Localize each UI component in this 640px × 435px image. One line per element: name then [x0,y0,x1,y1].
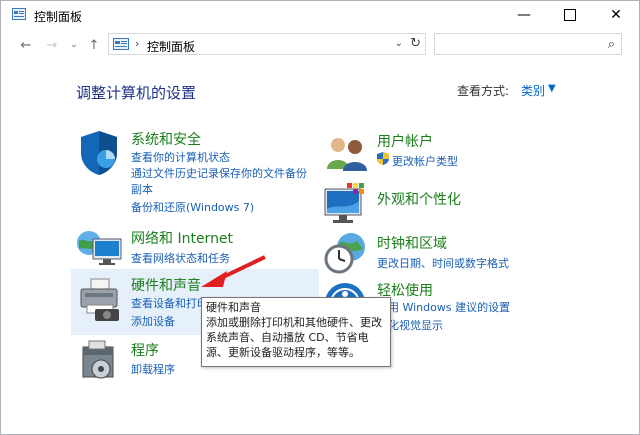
address-bar[interactable]: › 控制面板 ⌄ ↻ [108,33,426,55]
breadcrumb-separator-icon[interactable]: › [135,37,139,50]
category-title-user-accounts[interactable]: 用户帐户 [377,131,433,151]
clock-globe-icon [324,233,365,274]
programs-disk-icon [82,340,114,379]
link-file-history-backup[interactable]: 通过文件历史记录保存你的文件备份 [131,165,307,181]
link-uninstall-program[interactable]: 卸载程序 [131,361,175,377]
search-input[interactable] [439,37,603,53]
breadcrumb-control-panel[interactable]: 控制面板 [147,38,195,55]
maximize-icon [564,9,576,21]
category-title-clock-region[interactable]: 时钟和区域 [377,233,447,253]
link-file-history-backup-cont[interactable]: 副本 [131,181,153,197]
category-title-hardware-sound[interactable]: 硬件和声音 [131,275,201,295]
forward-button[interactable]: → [41,35,63,55]
link-change-account-type[interactable]: 更改帐户类型 [392,153,458,169]
maximize-button[interactable] [547,1,593,29]
minimize-icon: — [517,7,531,23]
shield-icon [81,131,117,175]
network-globe-icon [77,231,122,265]
annotation-arrow [201,255,266,287]
view-by-dropdown[interactable]: 类别 [521,82,545,99]
search-box[interactable]: ⌕ [434,33,622,55]
chevron-down-icon: ⌄ [70,40,78,50]
category-title-system-security[interactable]: 系统和安全 [131,129,201,149]
refresh-icon[interactable]: ↻ [410,36,421,51]
link-windows-recommended-settings[interactable]: 使用 Windows 建议的设置 [377,299,510,315]
close-icon: ✕ [610,7,622,23]
tooltip-title: 硬件和声音 [206,301,261,314]
minimize-button[interactable]: — [501,1,547,29]
category-title-network-internet[interactable]: 网络和 Internet [131,228,233,248]
link-change-date-time-format[interactable]: 更改日期、时间或数字格式 [377,255,509,271]
view-by-label: 查看方式: [457,84,510,98]
link-view-computer-status[interactable]: 查看你的计算机状态 [131,149,230,165]
up-arrow-icon: ↑ [88,37,100,53]
page-heading: 调整计算机的设置 [76,84,197,102]
monitor-palette-icon [324,183,364,223]
control-panel-icon [113,38,129,50]
close-button[interactable]: ✕ [593,1,639,29]
link-add-device[interactable]: 添加设备 [131,313,175,329]
control-panel-window: 控制面板 — ✕ ← → ⌄ ↑ › 控制面板 ⌄ ↻ ⌕ 调整计算机的设置 查… [0,0,640,435]
caret-down-icon[interactable]: ▼ [548,83,556,94]
users-icon [327,138,367,171]
hardware-sound-tooltip: 硬件和声音 添加或删除打印机和其他硬件、更改系统声音、自动播放 CD、节省电源、… [201,297,391,367]
up-button[interactable]: ↑ [83,35,105,55]
chevron-down-icon[interactable]: ⌄ [395,38,403,49]
title-bar: 控制面板 — ✕ [1,1,639,29]
control-panel-icon [12,8,26,20]
tooltip-description: 添加或删除打印机和其他硬件、更改系统声音、自动播放 CD、节省电源、更新设备驱动… [206,316,382,359]
window-title: 控制面板 [34,10,83,24]
back-button[interactable]: ← [15,35,37,55]
back-arrow-icon: ← [20,37,32,53]
uac-shield-icon [377,152,389,165]
category-title-appearance[interactable]: 外观和个性化 [377,189,461,209]
category-title-programs[interactable]: 程序 [131,340,159,360]
link-backup-restore[interactable]: 备份和还原(Windows 7) [131,199,254,215]
printer-icon [80,278,119,321]
search-icon[interactable]: ⌕ [608,37,615,52]
recent-locations-button[interactable]: ⌄ [63,35,85,55]
forward-arrow-icon: → [46,37,58,53]
